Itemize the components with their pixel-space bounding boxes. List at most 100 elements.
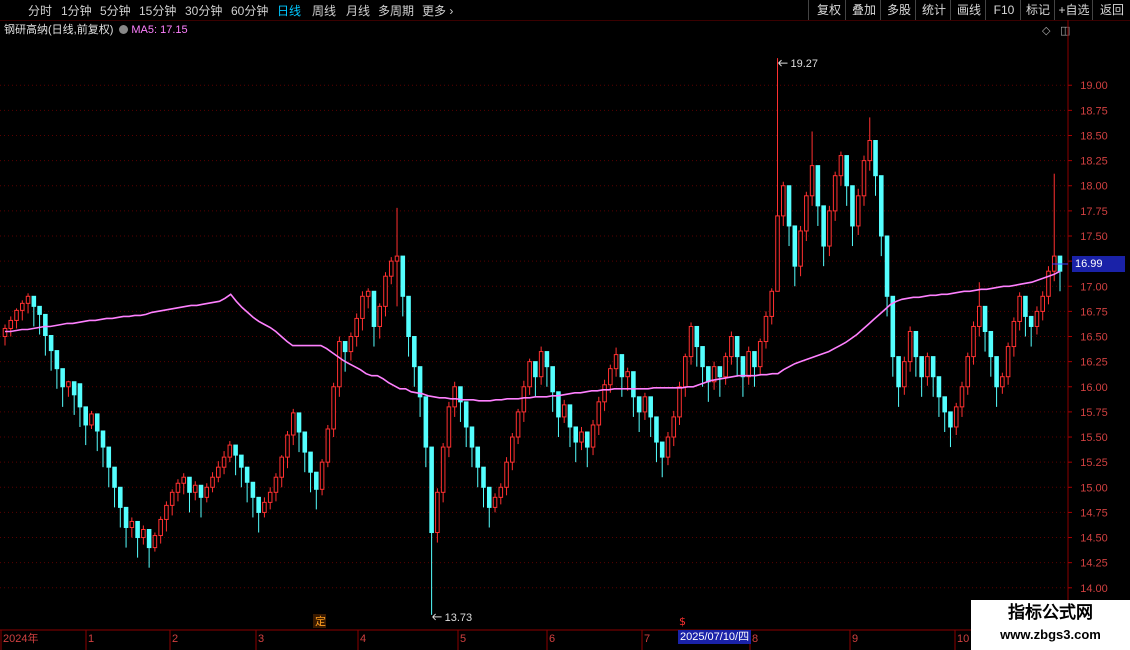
- candle-body: [118, 486, 123, 508]
- candle-body: [533, 361, 538, 378]
- x-tick-label: 3: [258, 633, 264, 645]
- candle-body: [855, 195, 861, 227]
- crosshair-date-tag: 2025/07/10/四: [678, 630, 752, 644]
- candle-body: [412, 336, 417, 368]
- candle-body: [348, 336, 354, 353]
- candle-body: [302, 431, 308, 453]
- candle-body: [873, 140, 878, 177]
- candle-body: [694, 325, 700, 348]
- candle-body: [1000, 376, 1005, 388]
- x-tick-label: 8: [752, 633, 758, 645]
- candle-body: [878, 175, 884, 237]
- candle-body: [481, 466, 486, 488]
- candle-body: [135, 520, 140, 539]
- x-tick-label: 4: [360, 633, 366, 645]
- candle-body: [1034, 310, 1040, 327]
- candle-body: [365, 290, 371, 297]
- low-arrow: [432, 613, 442, 621]
- candle-body: [561, 404, 567, 418]
- candle-body: [613, 354, 619, 370]
- candle-body: [290, 412, 296, 436]
- candle-body: [792, 225, 798, 267]
- y-tick-label: 17.50: [1080, 231, 1108, 243]
- candle-body: [100, 430, 106, 448]
- candle-body: [440, 446, 446, 493]
- candle-body: [677, 386, 682, 418]
- candle-body: [573, 426, 579, 443]
- candle-body: [400, 255, 406, 297]
- watermark: 指标公式网 www.zbgs3.com: [971, 600, 1130, 650]
- candle-body: [469, 426, 475, 448]
- candle-body: [492, 496, 498, 508]
- candle-body: [654, 416, 659, 443]
- y-tick-label: 19.00: [1080, 80, 1108, 92]
- candle-body: [832, 175, 838, 212]
- watermark-url: www.zbgs3.com: [1000, 627, 1101, 642]
- candle-body: [8, 319, 14, 329]
- candle-body: [896, 356, 901, 388]
- candle-body: [706, 366, 711, 383]
- candle-body: [216, 466, 221, 478]
- candle-body: [510, 436, 515, 463]
- candle-body: [521, 386, 527, 413]
- candle-body: [1023, 295, 1028, 317]
- candle-body: [982, 305, 988, 332]
- candle-body: [446, 406, 452, 448]
- candle-body: [919, 356, 924, 378]
- candle-body: [54, 350, 60, 370]
- candle-body: [804, 195, 809, 232]
- y-tick-label: 14.50: [1080, 533, 1108, 545]
- candle-body: [123, 506, 129, 528]
- candle-body: [175, 482, 181, 493]
- candle-body: [383, 275, 388, 307]
- candle-body: [141, 528, 146, 539]
- x-tick-label: 5: [460, 633, 466, 645]
- candle-body: [273, 476, 279, 493]
- candle-body: [262, 501, 267, 513]
- candle-body: [354, 317, 359, 338]
- candle-body: [515, 411, 521, 438]
- candle-body: [977, 305, 982, 327]
- candle-body: [590, 424, 596, 448]
- candle-body: [475, 446, 481, 468]
- y-tick-label: 16.00: [1080, 382, 1108, 394]
- candle-body: [757, 341, 763, 368]
- candle-body: [619, 354, 625, 378]
- candle-body: [406, 295, 411, 338]
- candle-body: [786, 185, 792, 227]
- candle-body: [77, 383, 83, 408]
- candle-body: [221, 456, 227, 468]
- candle-body: [296, 412, 302, 433]
- candle-body: [584, 431, 590, 448]
- candle-body: [31, 295, 37, 307]
- candle-body: [527, 361, 532, 388]
- candle-body: [907, 330, 913, 363]
- candle-body: [636, 396, 642, 413]
- candle-body: [112, 466, 117, 488]
- candle-body: [192, 484, 198, 493]
- candle-body: [267, 491, 273, 503]
- y-tick-label: 16.75: [1080, 306, 1108, 318]
- candle-body: [625, 371, 630, 378]
- candle-body: [567, 404, 573, 428]
- x-tick-label: 6: [549, 633, 555, 645]
- candle-body: [1040, 295, 1045, 312]
- y-tick-label: 16.50: [1080, 332, 1108, 344]
- candle-body: [700, 346, 705, 368]
- candle-body: [429, 446, 434, 534]
- candle-body: [769, 290, 775, 317]
- candle-body: [360, 295, 365, 319]
- candle-body: [423, 396, 429, 448]
- candle-body: [71, 381, 77, 396]
- candle-body: [94, 413, 100, 432]
- y-tick-label: 18.75: [1080, 105, 1108, 117]
- candle-body: [1028, 315, 1034, 327]
- candle-body: [930, 356, 936, 378]
- candle-body: [239, 454, 244, 468]
- candle-body: [740, 356, 746, 378]
- low-label: 13.73: [445, 612, 473, 624]
- candle-body: [83, 406, 88, 426]
- candlestick-chart: 19.0018.7518.5018.2518.0017.7517.5017.25…: [0, 20, 1108, 650]
- event-marker: $: [679, 615, 686, 628]
- candle-body: [279, 456, 285, 478]
